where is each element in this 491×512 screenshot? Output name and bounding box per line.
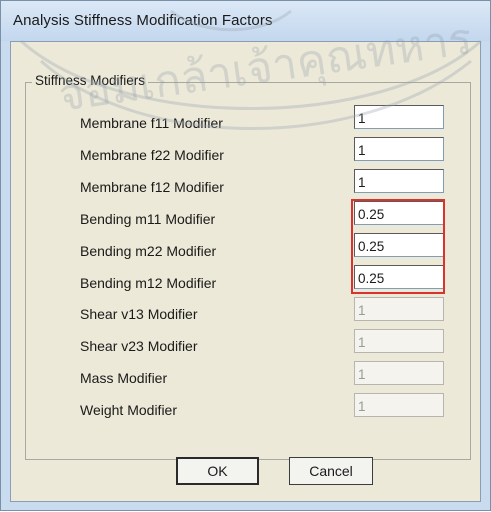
bending-m12-input[interactable] xyxy=(354,265,444,289)
shear-v23-input xyxy=(354,329,444,353)
bending-m11-label: Bending m11 Modifier xyxy=(80,211,216,227)
bending-m11-input[interactable] xyxy=(354,201,444,225)
bending-m12-label: Bending m12 Modifier xyxy=(80,275,217,291)
dialog-client-area: Stiffness Modifiers Membrane f11 Modifie… xyxy=(10,41,481,502)
dialog-window: Analysis Stiffness Modification Factors … xyxy=(0,0,491,511)
membrane-f11-label: Membrane f11 Modifier xyxy=(80,115,223,131)
ok-button[interactable]: OK xyxy=(176,457,259,485)
shear-v13-label: Shear v13 Modifier xyxy=(80,306,198,322)
group-title: Stiffness Modifiers xyxy=(32,73,149,88)
membrane-f12-input[interactable] xyxy=(354,169,444,193)
cancel-button[interactable]: Cancel xyxy=(289,457,373,485)
title-bar[interactable]: Analysis Stiffness Modification Factors xyxy=(1,1,490,41)
membrane-f22-label: Membrane f22 Modifier xyxy=(80,147,224,163)
shear-v13-input xyxy=(354,297,444,321)
bending-m22-input[interactable] xyxy=(354,233,444,257)
membrane-f12-label: Membrane f12 Modifier xyxy=(80,179,224,195)
shear-v23-label: Shear v23 Modifier xyxy=(80,338,198,354)
window-title: Analysis Stiffness Modification Factors xyxy=(13,12,273,29)
membrane-f11-input[interactable] xyxy=(354,105,444,129)
mass-modifier-label: Mass Modifier xyxy=(80,370,168,386)
bending-m22-label: Bending m22 Modifier xyxy=(80,243,217,259)
mass-modifier-input xyxy=(354,361,444,385)
weight-modifier-input xyxy=(354,393,444,417)
membrane-f22-input[interactable] xyxy=(354,137,444,161)
weight-modifier-label: Weight Modifier xyxy=(80,402,178,418)
